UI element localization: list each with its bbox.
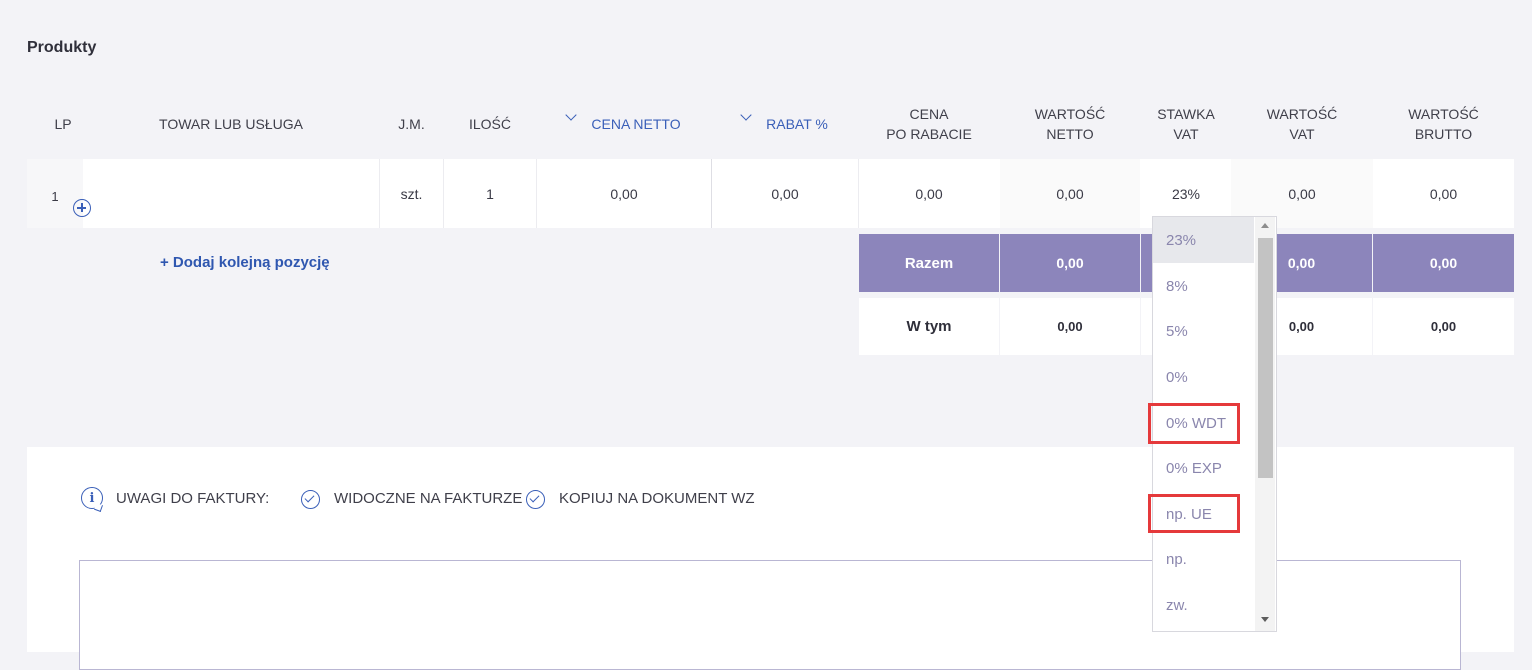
of-which-label: W tym bbox=[859, 298, 999, 355]
dropdown-option[interactable]: 23% bbox=[1153, 217, 1254, 263]
col-header-net-value: WARTOŚĆ NETTO bbox=[1000, 98, 1140, 150]
col-header-net-value-l1: WARTOŚĆ bbox=[1034, 106, 1106, 122]
add-position-link[interactable]: + Dodaj kolejną pozycję bbox=[160, 254, 330, 271]
col-header-vat-rate-l1: STAWKA bbox=[1157, 106, 1215, 122]
net-value: 0,00 bbox=[1000, 159, 1140, 228]
col-header-price-after-l1: CENA bbox=[909, 106, 949, 122]
dropdown-option[interactable]: 8% bbox=[1153, 263, 1254, 309]
col-header-gross-value: WARTOŚĆ BRUTTO bbox=[1373, 98, 1514, 150]
chevron-down-icon bbox=[565, 109, 578, 121]
col-header-net-price-label: CENA NETTO bbox=[591, 116, 681, 132]
col-header-discount-label: RABAT % bbox=[766, 116, 828, 132]
totals-net: 0,00 bbox=[1000, 234, 1140, 292]
check-icon[interactable] bbox=[526, 490, 545, 509]
totals-label: Razem bbox=[859, 234, 999, 292]
col-header-vat-rate: STAWKA VAT bbox=[1141, 98, 1231, 150]
qty-field[interactable]: 1 bbox=[444, 159, 536, 228]
notes-label: UWAGI DO FAKTURY: bbox=[116, 490, 270, 507]
scroll-up-arrow-icon[interactable] bbox=[1261, 223, 1269, 228]
discount-field[interactable]: 0,00 bbox=[712, 159, 858, 228]
col-header-discount[interactable]: RABAT % bbox=[712, 98, 858, 150]
dropdown-option[interactable]: np. bbox=[1153, 536, 1254, 582]
col-header-lp: LP bbox=[54, 116, 72, 132]
price-after-value: 0,00 bbox=[915, 185, 943, 202]
chevron-down-icon bbox=[740, 109, 752, 121]
section-title: Produkty bbox=[27, 39, 97, 56]
scrollbar-thumb[interactable] bbox=[1258, 238, 1273, 478]
net-price-field[interactable]: 0,00 bbox=[537, 159, 711, 228]
col-header-qty: ILOŚĆ bbox=[468, 116, 511, 132]
scroll-down-arrow-icon[interactable] bbox=[1261, 617, 1269, 622]
col-header-vat-value-l2: VAT bbox=[1289, 126, 1315, 142]
check-icon[interactable] bbox=[301, 490, 320, 509]
row-lp: 1 bbox=[27, 159, 83, 228]
highlight-box-0wdt bbox=[1148, 403, 1240, 444]
col-header-gross-value-l2: BRUTTO bbox=[1414, 126, 1473, 142]
col-header-gross-value-l1: WARTOŚĆ bbox=[1408, 106, 1479, 122]
col-header-item: TOWAR LUB USŁUGA bbox=[159, 116, 303, 132]
col-header-unit: J.M. bbox=[398, 116, 425, 132]
gross-value: 0,00 bbox=[1429, 185, 1458, 202]
col-header-vat-rate-l2: VAT bbox=[1173, 126, 1199, 142]
item-input[interactable] bbox=[84, 159, 379, 228]
col-header-price-after-l2: PO RABACIE bbox=[886, 126, 972, 142]
col-header-net-price[interactable]: CENA NETTO bbox=[537, 98, 711, 150]
of-which-gross: 0,00 bbox=[1373, 298, 1514, 355]
totals-gross: 0,00 bbox=[1373, 234, 1514, 292]
col-header-vat-value-l1: WARTOŚĆ bbox=[1266, 106, 1338, 122]
dropdown-option[interactable]: 0% bbox=[1153, 354, 1254, 400]
unit-field[interactable]: szt. bbox=[380, 159, 443, 228]
highlight-box-np-ue bbox=[1148, 494, 1240, 533]
copy-to-wz-label[interactable]: KOPIUJ NA DOKUMENT WZ bbox=[559, 490, 755, 507]
col-header-net-value-l2: NETTO bbox=[1046, 126, 1094, 142]
visible-on-invoice-label[interactable]: WIDOCZNE NA FAKTURZE bbox=[334, 490, 522, 507]
of-which-net: 0,00 bbox=[1000, 298, 1140, 355]
dropdown-option[interactable]: zw. bbox=[1153, 582, 1254, 628]
dropdown-option[interactable]: 0% EXP bbox=[1153, 445, 1254, 491]
dropdown-option[interactable]: 5% bbox=[1153, 308, 1254, 354]
col-header-price-after: CENA PO RABACIE bbox=[859, 98, 999, 150]
col-header-vat-value: WARTOŚĆ VAT bbox=[1231, 98, 1373, 150]
